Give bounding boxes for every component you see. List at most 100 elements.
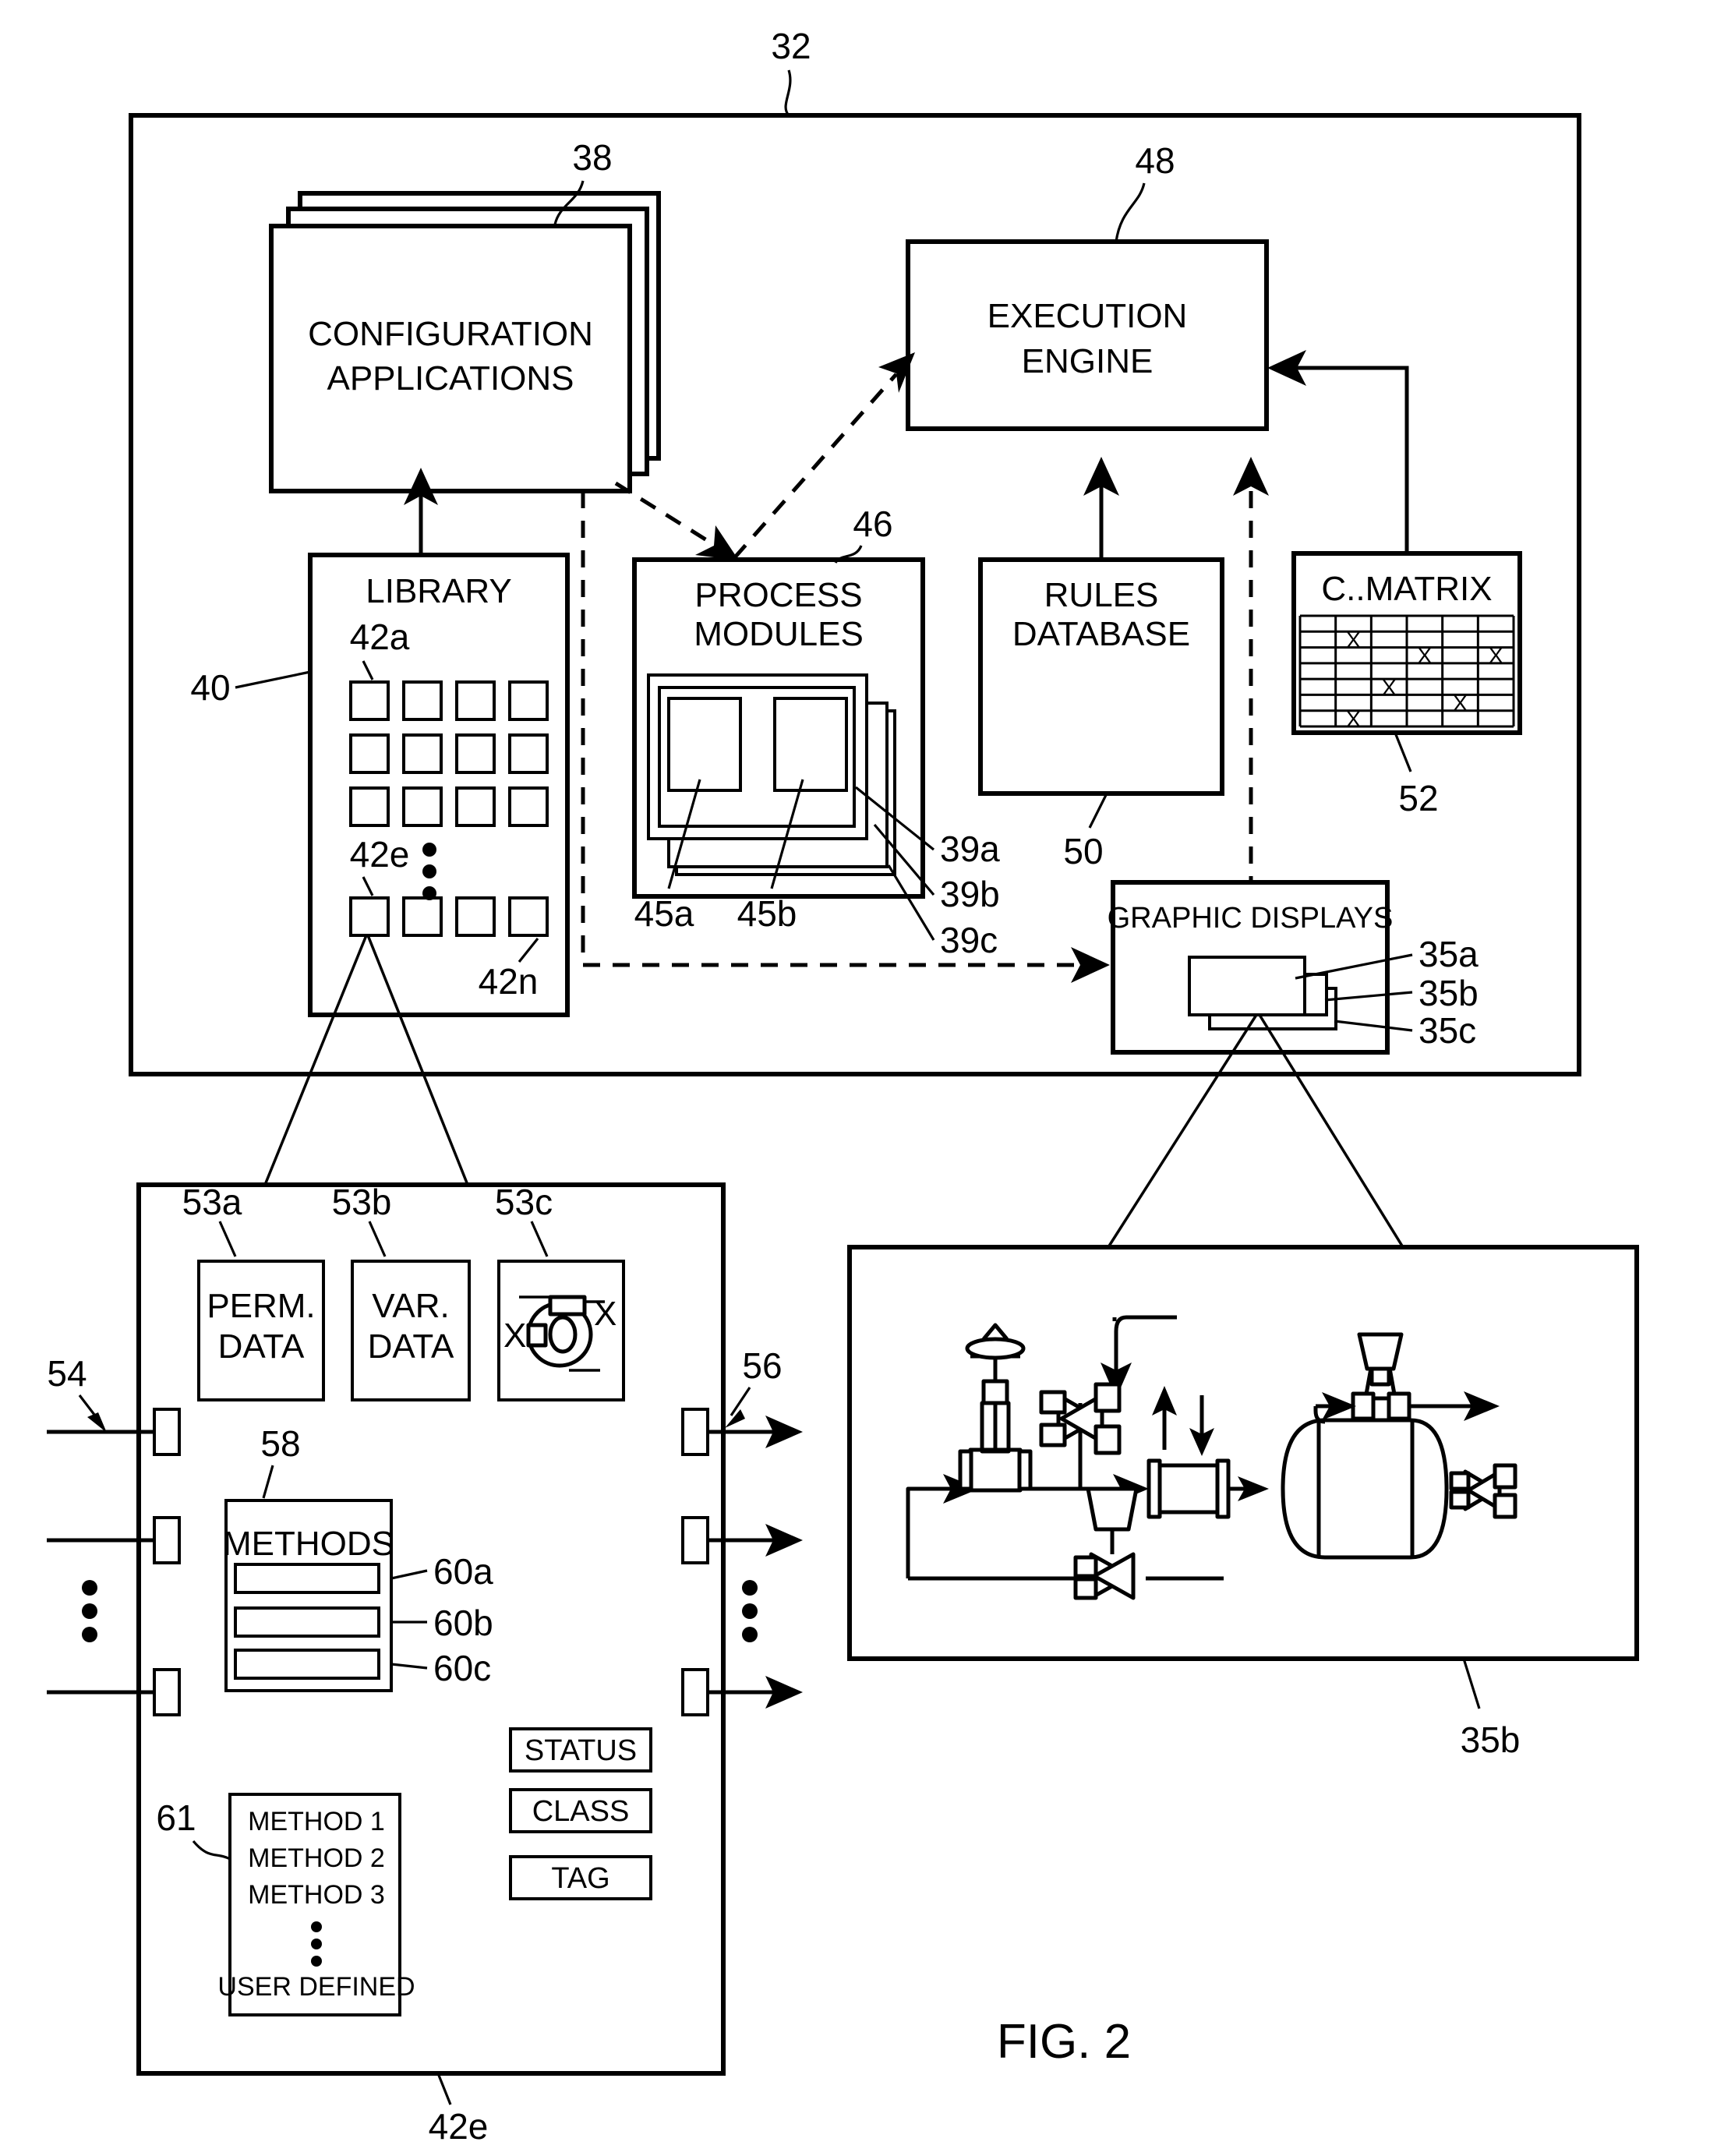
input-port[interactable] — [153, 1516, 181, 1564]
ref-35b-detail: 35b — [1461, 1719, 1521, 1760]
library-item[interactable] — [349, 786, 390, 827]
graphic-cell-box[interactable]: X X — [497, 1260, 625, 1401]
lead-line-32 — [784, 69, 792, 117]
ref-42e: 42e — [350, 834, 410, 875]
library-box[interactable]: LIBRARY — [308, 553, 570, 1017]
process-module-block-45b[interactable] — [773, 697, 848, 792]
ref-42n: 42n — [479, 961, 539, 1002]
library-item-42e[interactable] — [349, 896, 390, 937]
library-item[interactable] — [455, 733, 496, 774]
library-item[interactable] — [402, 680, 443, 721]
output-port[interactable] — [681, 1668, 709, 1716]
library-item[interactable] — [402, 896, 443, 937]
process-modules-label-line2: MODULES — [694, 615, 864, 653]
graphic-displays-label: GRAPHIC DISPLAYS — [1108, 902, 1394, 935]
library-label: LIBRARY — [366, 572, 512, 610]
method-slot-60b[interactable] — [234, 1606, 380, 1638]
output-ports[interactable] — [681, 1408, 803, 1716]
library-item[interactable] — [508, 680, 549, 721]
library-item[interactable] — [349, 733, 390, 774]
ellipsis-dot — [422, 843, 436, 857]
output-port[interactable] — [681, 1408, 709, 1456]
ref-35c: 35c — [1419, 1010, 1476, 1051]
perm-data-label-line2: DATA — [218, 1327, 305, 1366]
ref-40: 40 — [190, 667, 230, 708]
config-apps-label-line1: CONFIGURATION — [308, 315, 593, 353]
input-port[interactable] — [153, 1408, 181, 1456]
method-list-box[interactable]: METHOD 1 METHOD 2 METHOD 3 USER DEFINED — [217, 1793, 415, 2016]
graphic-cell-mark-left: X — [503, 1317, 526, 1355]
attribute-status-label: STATUS — [525, 1734, 637, 1767]
ref-58: 58 — [260, 1423, 300, 1464]
c-matrix-box[interactable]: C..MATRIX XX XXXX — [1291, 551, 1522, 735]
method-slot-60a[interactable] — [234, 1563, 380, 1594]
var-data-box[interactable]: VAR. DATA — [351, 1260, 471, 1401]
ref-46: 46 — [853, 504, 892, 544]
graphic-cell-mark-right: X — [594, 1295, 617, 1333]
perm-data-box[interactable]: PERM. DATA — [197, 1260, 325, 1401]
ref-53b: 53b — [332, 1182, 392, 1222]
library-item[interactable] — [402, 786, 443, 827]
ref-48: 48 — [1135, 140, 1175, 181]
methods-label: METHODS — [223, 1525, 394, 1563]
patent-figure-2: 32 CONFIGURATION APPLICATIONS 38 EXECUTI… — [0, 0, 1710, 2156]
method-slot-60c[interactable] — [234, 1649, 380, 1680]
rules-database-label-line1: RULES — [1044, 576, 1159, 614]
attribute-tag-label: TAG — [551, 1862, 609, 1895]
library-item-42n[interactable] — [508, 896, 549, 937]
ellipsis-dot — [422, 886, 436, 900]
c-matrix-x-mark: X — [1346, 627, 1361, 652]
var-data-label-line2: DATA — [368, 1327, 454, 1366]
ref-53c: 53c — [495, 1182, 553, 1222]
input-port[interactable] — [153, 1668, 181, 1716]
ellipsis-dot — [82, 1580, 97, 1596]
execution-engine-label-line2: ENGINE — [1022, 342, 1154, 380]
tank-icon — [1281, 1418, 1449, 1560]
method-list-item-last: USER DEFINED — [217, 1972, 415, 2002]
configuration-applications[interactable]: CONFIGURATION APPLICATIONS — [269, 191, 661, 493]
ref-39b: 39b — [940, 874, 1000, 914]
ref-60c: 60c — [433, 1648, 491, 1688]
library-item[interactable] — [455, 896, 496, 937]
process-module-block-45a[interactable] — [667, 697, 742, 792]
execution-engine-box[interactable]: EXECUTION ENGINE — [906, 239, 1269, 431]
c-matrix-x-mark: X — [1417, 644, 1432, 668]
attribute-tag[interactable]: TAG — [509, 1855, 652, 1900]
figure-caption: FIG. 2 — [997, 2015, 1131, 2069]
rules-database-label-line2: DATABASE — [1012, 615, 1190, 653]
ref-60b: 60b — [433, 1603, 493, 1643]
methods-box[interactable]: METHODS — [223, 1499, 394, 1692]
c-matrix-label: C..MATRIX — [1321, 570, 1492, 608]
attribute-status[interactable]: STATUS — [509, 1727, 652, 1773]
library-item[interactable] — [455, 680, 496, 721]
ellipsis-dot — [742, 1580, 758, 1596]
c-matrix-x-mark: X — [1382, 675, 1397, 699]
ref-56: 56 — [742, 1345, 782, 1386]
ref-42e-detail: 42e — [429, 2106, 489, 2147]
library-item-42a[interactable] — [349, 680, 390, 721]
c-matrix-x-mark: X — [1453, 691, 1468, 716]
ref-54: 54 — [47, 1353, 87, 1394]
library-item[interactable] — [508, 786, 549, 827]
process-modules-label-line1: PROCESS — [694, 576, 862, 614]
process-modules-box[interactable]: PROCESS MODULES — [632, 557, 925, 899]
ellipsis-dot — [422, 864, 436, 878]
ellipsis-dot — [311, 1921, 322, 1932]
display-card-35a[interactable] — [1188, 956, 1306, 1016]
perm-data-label-line1: PERM. — [207, 1287, 315, 1325]
ellipsis-dot — [311, 1939, 322, 1949]
library-item[interactable] — [402, 733, 443, 774]
ref-42a: 42a — [350, 617, 410, 657]
arrow-ref-54 — [78, 1394, 107, 1433]
input-ports[interactable] — [47, 1408, 181, 1716]
method-list-item-1: METHOD 1 — [248, 1807, 385, 1836]
ref-53a: 53a — [182, 1182, 242, 1222]
output-port[interactable] — [681, 1516, 709, 1564]
rules-database-box[interactable]: RULES DATABASE — [978, 557, 1224, 796]
library-item[interactable] — [508, 733, 549, 774]
ellipsis-dot — [82, 1603, 97, 1619]
library-item[interactable] — [455, 786, 496, 827]
attribute-class[interactable]: CLASS — [509, 1788, 652, 1833]
method-list-item-2: METHOD 2 — [248, 1843, 385, 1873]
ref-52: 52 — [1398, 778, 1438, 818]
